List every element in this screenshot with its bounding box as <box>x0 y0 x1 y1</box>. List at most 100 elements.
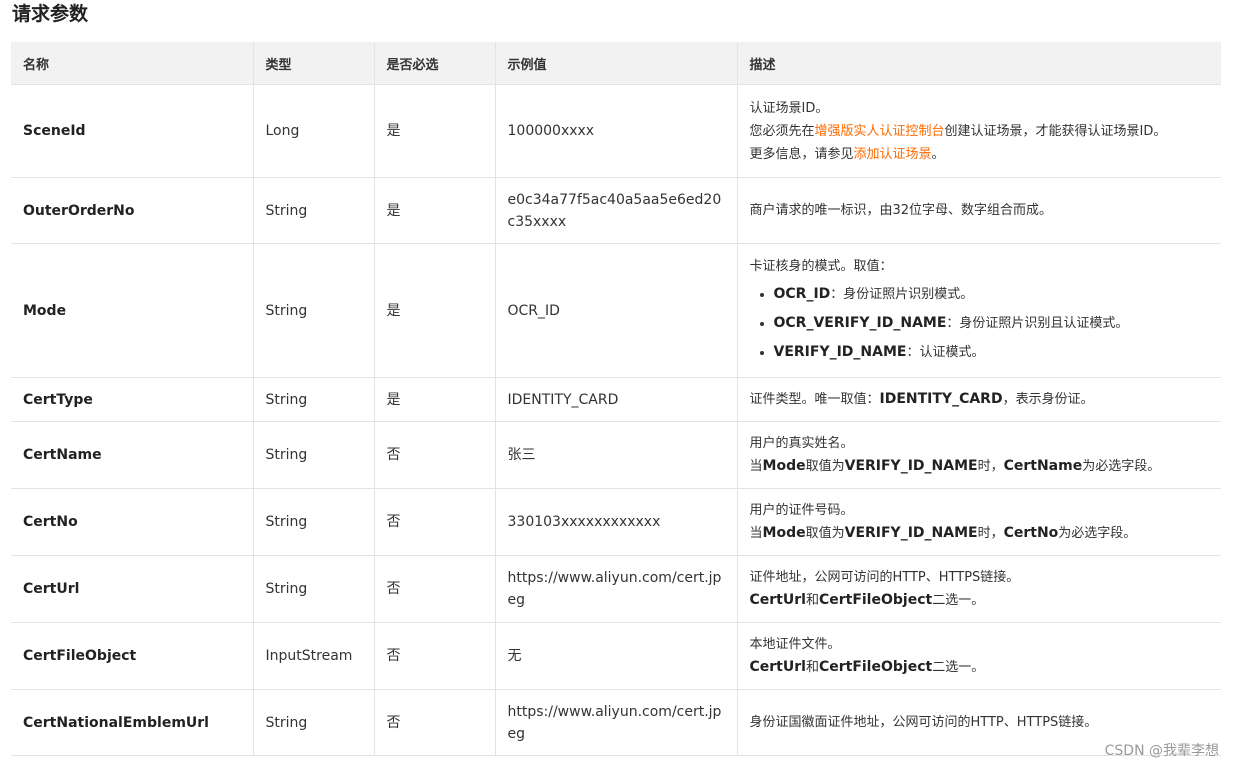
param-required: 是 <box>373 377 495 422</box>
param-example: OCR_ID <box>494 243 737 378</box>
option-key: OCR_VERIFY_ID_NAME <box>773 314 947 331</box>
desc-bold: CertName <box>1003 458 1083 474</box>
desc-line: 用户的证件号码。 <box>749 503 854 518</box>
request-params-table: 名称 类型 是否必选 示例值 描述 SceneId Long 是 100000x… <box>11 42 1221 756</box>
param-example: 100000xxxx <box>494 84 737 178</box>
param-description: 证件类型。唯一取值：IDENTITY_CARD，表示身份证。 <box>736 377 1221 422</box>
list-item: OCR_VERIFY_ID_NAME：身份证照片识别且认证模式。 <box>774 309 1210 338</box>
desc-text: 当 <box>749 526 763 541</box>
table-row: CertType String 是 IDENTITY_CARD 证件类型。唯一取… <box>11 377 1221 422</box>
desc-text: 取值为 <box>805 526 845 541</box>
desc-line: 当Mode取值为VERIFY_ID_NAME时，CertNo为必选字段。 <box>750 522 1210 545</box>
param-type: String <box>252 243 374 378</box>
param-description: 证件地址，公网可访问的HTTP、HTTPS链接。 CertUrl和CertFil… <box>736 555 1221 623</box>
option-text: ：认证模式。 <box>906 344 985 360</box>
desc-text: 取值为 <box>805 459 845 474</box>
desc-text: 当 <box>749 459 763 474</box>
desc-text: 和 <box>805 593 819 608</box>
param-type: String <box>252 177 374 244</box>
param-name: CertUrl <box>11 555 253 623</box>
col-header-required: 是否必选 <box>373 42 495 85</box>
desc-line: 卡证核身的模式。取值： <box>749 258 893 274</box>
param-example: 张三 <box>494 421 737 489</box>
param-type: String <box>252 689 374 756</box>
option-text: ：身份证照片识别模式。 <box>830 286 974 302</box>
param-name: CertNo <box>11 488 253 556</box>
param-name: Mode <box>11 243 253 378</box>
desc-line: 您必须先在增强版实人认证控制台创建认证场景，才能获得认证场景ID。 <box>750 120 1210 143</box>
param-type: Long <box>252 84 374 178</box>
param-required: 否 <box>373 421 495 489</box>
desc-bold: CertNo <box>1003 525 1059 541</box>
desc-text: 二选一。 <box>932 593 985 608</box>
desc-text: 为必选字段。 <box>1058 526 1137 541</box>
param-required: 否 <box>373 555 495 623</box>
desc-text: 创建认证场景，才能获得认证场景ID。 <box>944 123 1167 139</box>
desc-line: CertUrl和CertFileObject二选一。 <box>750 589 1210 612</box>
param-type: String <box>252 377 374 422</box>
desc-text: 证件类型。唯一取值： <box>749 392 880 407</box>
param-name: CertType <box>11 377 253 422</box>
param-name: CertFileObject <box>11 622 253 690</box>
param-name: OuterOrderNo <box>11 177 253 244</box>
console-link[interactable]: 增强版实人认证控制台 <box>815 124 945 139</box>
option-key: VERIFY_ID_NAME <box>773 343 907 360</box>
desc-line: CertUrl和CertFileObject二选一。 <box>750 656 1210 679</box>
param-required: 否 <box>373 488 495 556</box>
param-description: 认证场景ID。 您必须先在增强版实人认证控制台创建认证场景，才能获得认证场景ID… <box>736 84 1221 178</box>
list-item: OCR_ID：身份证照片识别模式。 <box>774 280 1210 309</box>
table-row: OuterOrderNo String 是 e0c34a77f5ac40a5aa… <box>11 177 1221 244</box>
param-example: 330103xxxxxxxxxxxx <box>494 488 737 556</box>
desc-text: 时， <box>977 526 1004 541</box>
param-required: 是 <box>373 243 495 378</box>
desc-text: 和 <box>805 660 819 675</box>
table-row: CertNo String 否 330103xxxxxxxxxxxx 用户的证件… <box>11 488 1221 556</box>
desc-line: 本地证件文件。 <box>749 637 841 652</box>
table-row: Mode String 是 OCR_ID 卡证核身的模式。取值： OCR_ID：… <box>11 243 1221 378</box>
table-row: CertNationalEmblemUrl String 否 https://w… <box>11 689 1221 756</box>
desc-bold: Mode <box>762 525 806 541</box>
param-example: e0c34a77f5ac40a5aa5e6ed20c35xxxx <box>494 177 737 244</box>
desc-text: 。 <box>931 146 945 162</box>
param-name: CertNationalEmblemUrl <box>11 689 253 756</box>
param-name: CertName <box>11 421 253 489</box>
param-example: IDENTITY_CARD <box>494 377 737 422</box>
desc-text: 更多信息，请参见 <box>749 146 854 162</box>
desc-bold: CertUrl <box>749 592 806 608</box>
desc-text: ，表示身份证。 <box>1002 392 1094 407</box>
desc-line: 用户的真实姓名。 <box>749 436 854 451</box>
desc-line: 认证场景ID。 <box>749 100 829 116</box>
desc-line: 当Mode取值为VERIFY_ID_NAME时，CertName为必选字段。 <box>750 455 1210 478</box>
param-type: String <box>252 555 374 623</box>
desc-text: 您必须先在 <box>749 123 815 139</box>
param-description: 用户的证件号码。 当Mode取值为VERIFY_ID_NAME时，CertNo为… <box>736 488 1221 556</box>
desc-bold: CertFileObject <box>818 659 933 675</box>
table-row: CertName String 否 张三 用户的真实姓名。 当Mode取值为VE… <box>11 421 1221 489</box>
desc-line: 证件地址，公网可访问的HTTP、HTTPS链接。 <box>749 570 1020 585</box>
param-type: String <box>252 488 374 556</box>
table-row: CertFileObject InputStream 否 无 本地证件文件。 C… <box>11 622 1221 690</box>
desc-bold: Mode <box>762 458 806 474</box>
mode-options-list: OCR_ID：身份证照片识别模式。 OCR_VERIFY_ID_NAME：身份证… <box>750 280 1210 367</box>
param-description: 本地证件文件。 CertUrl和CertFileObject二选一。 <box>736 622 1221 690</box>
option-key: OCR_ID <box>773 285 831 302</box>
param-type: String <box>252 421 374 489</box>
desc-bold: VERIFY_ID_NAME <box>844 525 978 541</box>
col-header-description: 描述 <box>736 42 1221 85</box>
table-header-row: 名称 类型 是否必选 示例值 描述 <box>11 42 1221 85</box>
param-required: 是 <box>373 177 495 244</box>
param-required: 否 <box>373 622 495 690</box>
section-title: 请求参数 <box>12 3 89 25</box>
param-name: SceneId <box>11 84 253 178</box>
list-item: VERIFY_ID_NAME：认证模式。 <box>774 338 1210 367</box>
csdn-watermark: CSDN @我辈李想 <box>1104 743 1219 759</box>
desc-text: 为必选字段。 <box>1082 459 1161 474</box>
param-required: 是 <box>373 84 495 178</box>
add-scene-link[interactable]: 添加认证场景 <box>854 147 932 162</box>
param-description: 卡证核身的模式。取值： OCR_ID：身份证照片识别模式。 OCR_VERIFY… <box>736 243 1221 378</box>
param-example: https://www.aliyun.com/cert.jpeg <box>494 689 737 756</box>
param-type: InputStream <box>252 622 374 690</box>
desc-bold: CertUrl <box>749 659 806 675</box>
param-description: 用户的真实姓名。 当Mode取值为VERIFY_ID_NAME时，CertNam… <box>736 421 1221 489</box>
param-example: 无 <box>494 622 737 690</box>
